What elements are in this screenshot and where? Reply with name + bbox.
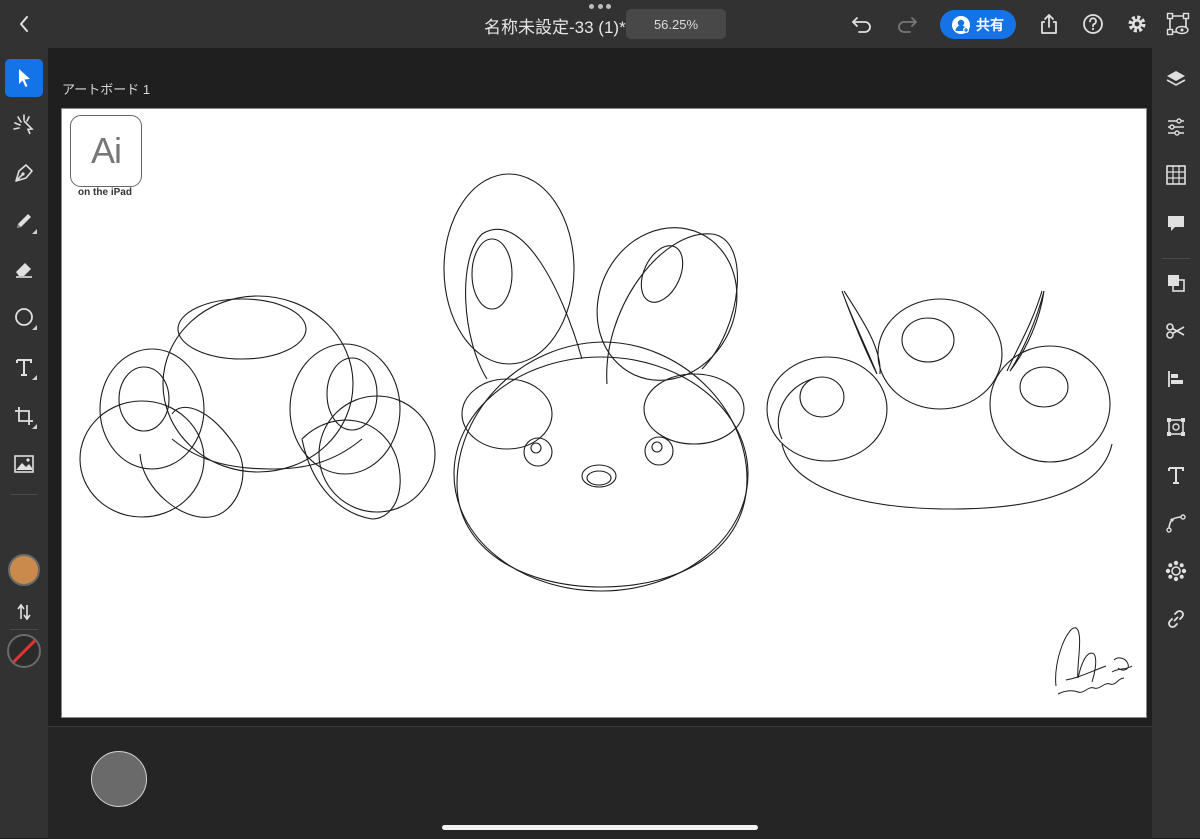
- undo-icon: [852, 17, 871, 33]
- right-character-outline: [766, 290, 1113, 510]
- document-title[interactable]: 名称未設定-33 (1)*: [484, 13, 626, 38]
- artboard-label[interactable]: アートボード 1: [62, 79, 150, 98]
- select-arrow-icon: [19, 69, 30, 87]
- shape-tool[interactable]: [5, 298, 43, 336]
- libraries-button[interactable]: [1157, 156, 1195, 194]
- image-icon: [14, 455, 34, 473]
- link-icon: [1168, 610, 1184, 628]
- export-button[interactable]: [1036, 10, 1062, 38]
- undo-button[interactable]: [848, 10, 876, 38]
- repeat-radial-icon: [1165, 560, 1187, 582]
- layers-button[interactable]: [1157, 60, 1195, 98]
- stroke-color-swatch[interactable]: [7, 634, 41, 668]
- type-tool[interactable]: [5, 348, 43, 386]
- layers-icon: [1166, 71, 1186, 86]
- redo-button[interactable]: [893, 10, 921, 38]
- pen-icon: [15, 164, 33, 182]
- swap-arrows-icon: [17, 603, 31, 621]
- home-indicator[interactable]: [442, 825, 758, 830]
- swatches-grid-icon: [1166, 165, 1186, 185]
- share-upload-icon: [1041, 14, 1057, 34]
- link-button[interactable]: [1157, 600, 1195, 638]
- settings-button[interactable]: [1124, 11, 1150, 37]
- share-button[interactable]: 共有: [940, 10, 1016, 39]
- help-button[interactable]: [1080, 11, 1106, 37]
- add-person-icon: [952, 15, 970, 34]
- share-label: 共有: [976, 16, 1004, 33]
- help-icon: [1083, 14, 1103, 34]
- type-panel-icon: [1168, 467, 1184, 484]
- more-options-dots[interactable]: [589, 4, 611, 10]
- type-icon: [16, 359, 32, 376]
- eraser-tool[interactable]: [5, 250, 43, 288]
- character-button[interactable]: [1157, 456, 1195, 494]
- chevron-left-icon: [20, 16, 28, 32]
- toolbar-divider: [1162, 258, 1190, 259]
- eraser-icon: [16, 263, 32, 278]
- pencil-tool[interactable]: [5, 202, 43, 240]
- scissors-button[interactable]: [1157, 312, 1195, 350]
- gear-icon: [1128, 15, 1146, 33]
- pen-tool[interactable]: [5, 154, 43, 192]
- touch-shortcut-button[interactable]: [91, 751, 147, 807]
- align-left-icon: [1168, 371, 1183, 387]
- redo-icon: [898, 17, 917, 33]
- pencil-icon: [17, 214, 31, 228]
- repeat-button[interactable]: [1157, 552, 1195, 590]
- artboard[interactable]: [62, 109, 1146, 717]
- path-button[interactable]: [1157, 504, 1195, 542]
- toolbar-divider: [10, 629, 38, 630]
- ellipse-icon: [15, 308, 33, 326]
- comment-icon: [1168, 216, 1184, 231]
- toolbar-divider: [10, 494, 38, 495]
- pathfinder-icon: [1168, 275, 1185, 292]
- transform-icon: [15, 407, 33, 425]
- direct-select-icon: [13, 114, 34, 135]
- swap-colors-button[interactable]: [10, 598, 38, 626]
- top-bar: 名称未設定-33 (1)* 56.25% 共有: [0, 0, 1200, 48]
- left-character-outline: [79, 295, 436, 520]
- crop-button[interactable]: [1157, 408, 1195, 446]
- bottom-panel: [48, 726, 1152, 839]
- preview-button[interactable]: [1164, 10, 1192, 38]
- sliders-icon: [1168, 118, 1184, 136]
- middle-bunny-outline: [443, 173, 749, 592]
- fill-color-swatch[interactable]: [8, 554, 40, 586]
- transform-tool[interactable]: [5, 397, 43, 435]
- left-toolbar: [0, 48, 48, 838]
- pathfinder-button[interactable]: [1157, 264, 1195, 302]
- zoom-level[interactable]: 56.25%: [626, 9, 726, 39]
- ai-logo: Ai: [70, 115, 142, 187]
- selection-tool[interactable]: [5, 59, 43, 97]
- properties-button[interactable]: [1157, 108, 1195, 146]
- artwork-drawing[interactable]: [62, 109, 1146, 717]
- scissors-icon: [1166, 323, 1185, 339]
- ai-logo-subtitle: on the iPad: [78, 187, 132, 198]
- right-toolbar: [1152, 48, 1200, 838]
- path-curve-icon: [1166, 514, 1186, 533]
- align-button[interactable]: [1157, 360, 1195, 398]
- signature-drawing: [1055, 627, 1133, 695]
- crop-icon: [1167, 418, 1185, 436]
- comments-button[interactable]: [1157, 204, 1195, 242]
- back-button[interactable]: [10, 12, 38, 36]
- artboard-preview-icon: [1166, 12, 1190, 36]
- direct-selection-tool[interactable]: [5, 106, 43, 144]
- image-tool[interactable]: [5, 445, 43, 483]
